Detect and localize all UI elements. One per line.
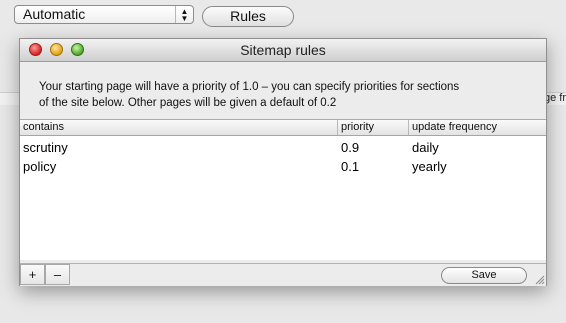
table-header: contains priority update frequency	[20, 120, 546, 136]
cell-contains[interactable]: policy	[23, 157, 56, 176]
table-row[interactable]: scrutiny 0.9 daily	[20, 138, 546, 157]
sitemap-rules-dialog: Sitemap rules Your starting page will ha…	[19, 38, 547, 286]
remove-rule-button[interactable]: –	[45, 264, 70, 285]
cell-priority[interactable]: 0.1	[341, 157, 359, 176]
rules-button[interactable]: Rules	[202, 6, 294, 27]
column-header-update-frequency[interactable]: update frequency	[409, 120, 546, 135]
mode-select[interactable]: Automatic ▲ ▼	[14, 5, 194, 24]
background-clipped-text: ge fr	[543, 92, 566, 104]
cell-contains[interactable]: scrutiny	[23, 138, 68, 157]
save-button[interactable]: Save	[441, 267, 527, 284]
rules-table: contains priority update frequency scrut…	[20, 119, 546, 260]
info-line-2: of the site below. Other pages will be g…	[39, 97, 337, 109]
zoom-button-icon[interactable]	[71, 43, 84, 56]
info-line-1: Your starting page will have a priority …	[39, 81, 460, 93]
priority-info-text: Your starting page will have a priority …	[39, 79, 539, 111]
dialog-bottom-bar: + – Save	[20, 263, 546, 286]
mode-select-value: Automatic	[23, 6, 86, 22]
column-header-contains[interactable]: contains	[20, 120, 338, 135]
resize-grip-icon[interactable]	[533, 273, 545, 285]
background-toolbar: Automatic ▲ ▼ Rules	[0, 0, 566, 40]
dialog-title: Sitemap rules	[240, 42, 326, 58]
dialog-titlebar: Sitemap rules	[20, 39, 546, 62]
cell-frequency[interactable]: daily	[412, 138, 439, 157]
close-button-icon[interactable]	[29, 43, 42, 56]
table-row[interactable]: policy 0.1 yearly	[20, 157, 546, 176]
cell-priority[interactable]: 0.9	[341, 138, 359, 157]
column-header-priority[interactable]: priority	[338, 120, 409, 135]
cell-frequency[interactable]: yearly	[412, 157, 447, 176]
select-arrows-icon: ▲ ▼	[175, 6, 193, 23]
minimize-button-icon[interactable]	[50, 43, 63, 56]
add-rule-button[interactable]: +	[20, 264, 45, 285]
